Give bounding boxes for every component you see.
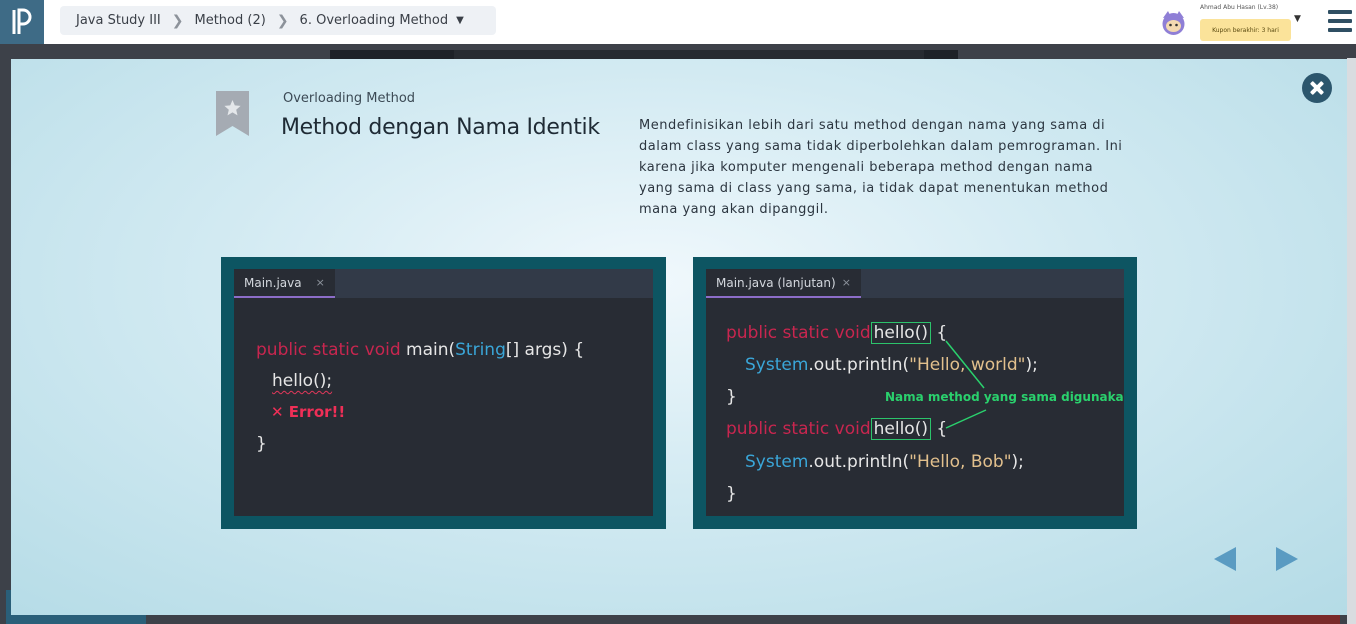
- code-line: public static void main(String[] args) {: [256, 340, 585, 360]
- slide-description: Mendefinisikan lebih dari satu method de…: [639, 118, 1123, 217]
- code-line: System.out.println("Hello, Bob");: [745, 452, 1024, 472]
- user-name: Ahmad Abu Hasan (Lv.38): [1200, 4, 1279, 11]
- bookmark-star-icon: [216, 91, 249, 136]
- editor-tab: Main.java ×: [234, 269, 335, 298]
- background-page-scrollbar: [1347, 58, 1356, 624]
- caret-down-icon[interactable]: ▼: [456, 15, 464, 26]
- code-area: public static void hello() { System.out.p…: [706, 298, 1124, 516]
- code-line: }: [256, 434, 267, 454]
- code-editor: Main.java × public static void main(Stri…: [234, 269, 653, 516]
- breadcrumb-lesson[interactable]: 6. Overloading Method: [300, 13, 449, 28]
- code-editor: Main.java (lanjutan) × public static voi…: [706, 269, 1124, 516]
- method-name-highlight: hello(): [870, 418, 931, 440]
- caret-down-icon[interactable]: ▼: [1294, 14, 1301, 24]
- code-line: }: [726, 484, 737, 504]
- tab-label: Main.java: [244, 275, 302, 290]
- close-icon: ×: [841, 276, 851, 289]
- callout-label: Nama method yang sama digunakan: [885, 390, 1124, 404]
- slide-modal: Overloading Method Method dengan Nama Id…: [11, 59, 1347, 615]
- slide-title: Method dengan Nama Identik: [281, 115, 600, 140]
- code-panel-left: Main.java × public static void main(Stri…: [221, 257, 666, 529]
- top-navigation-bar: Java Study III ❯ Method (2) ❯ 6. Overloa…: [0, 0, 1356, 44]
- code-line: }: [726, 387, 737, 407]
- triangle-right-icon[interactable]: [1276, 547, 1298, 571]
- tab-label: Main.java (lanjutan): [716, 275, 836, 290]
- code-line: public static void hello() {: [726, 418, 948, 440]
- chevron-right-icon: ❯: [276, 12, 289, 29]
- breadcrumb-course[interactable]: Java Study III: [76, 13, 161, 28]
- code-line: public static void hello() {: [726, 322, 948, 344]
- user-avatar[interactable]: [1159, 8, 1188, 37]
- breadcrumb-section[interactable]: Method (2): [195, 13, 266, 28]
- editor-tab-bar: Main.java ×: [234, 269, 653, 298]
- slide-subtitle: Overloading Method: [283, 91, 416, 106]
- code-line: System.out.println("Hello, world");: [745, 355, 1038, 375]
- editor-tab-bar: Main.java (lanjutan) ×: [706, 269, 1124, 298]
- coupon-badge: Kupon berakhir: 3 hari: [1200, 19, 1291, 41]
- error-call: hello();: [272, 371, 333, 391]
- code-area: public static void main(String[] args) {…: [234, 298, 653, 516]
- close-icon: ×: [315, 276, 325, 289]
- progate-logo-icon[interactable]: [0, 0, 44, 44]
- triangle-left-icon[interactable]: [1214, 547, 1236, 571]
- code-panel-right: Main.java (lanjutan) × public static voi…: [693, 257, 1137, 529]
- close-circle-icon[interactable]: [1302, 73, 1332, 103]
- code-line: hello();: [272, 371, 332, 391]
- breadcrumb: Java Study III ❯ Method (2) ❯ 6. Overloa…: [60, 6, 496, 35]
- chevron-right-icon: ❯: [171, 12, 184, 29]
- hamburger-menu-icon[interactable]: [1328, 10, 1352, 32]
- editor-tab: Main.java (lanjutan) ×: [706, 269, 861, 298]
- error-label: ✕ Error!!: [271, 403, 346, 421]
- method-name-highlight: hello(): [870, 322, 931, 344]
